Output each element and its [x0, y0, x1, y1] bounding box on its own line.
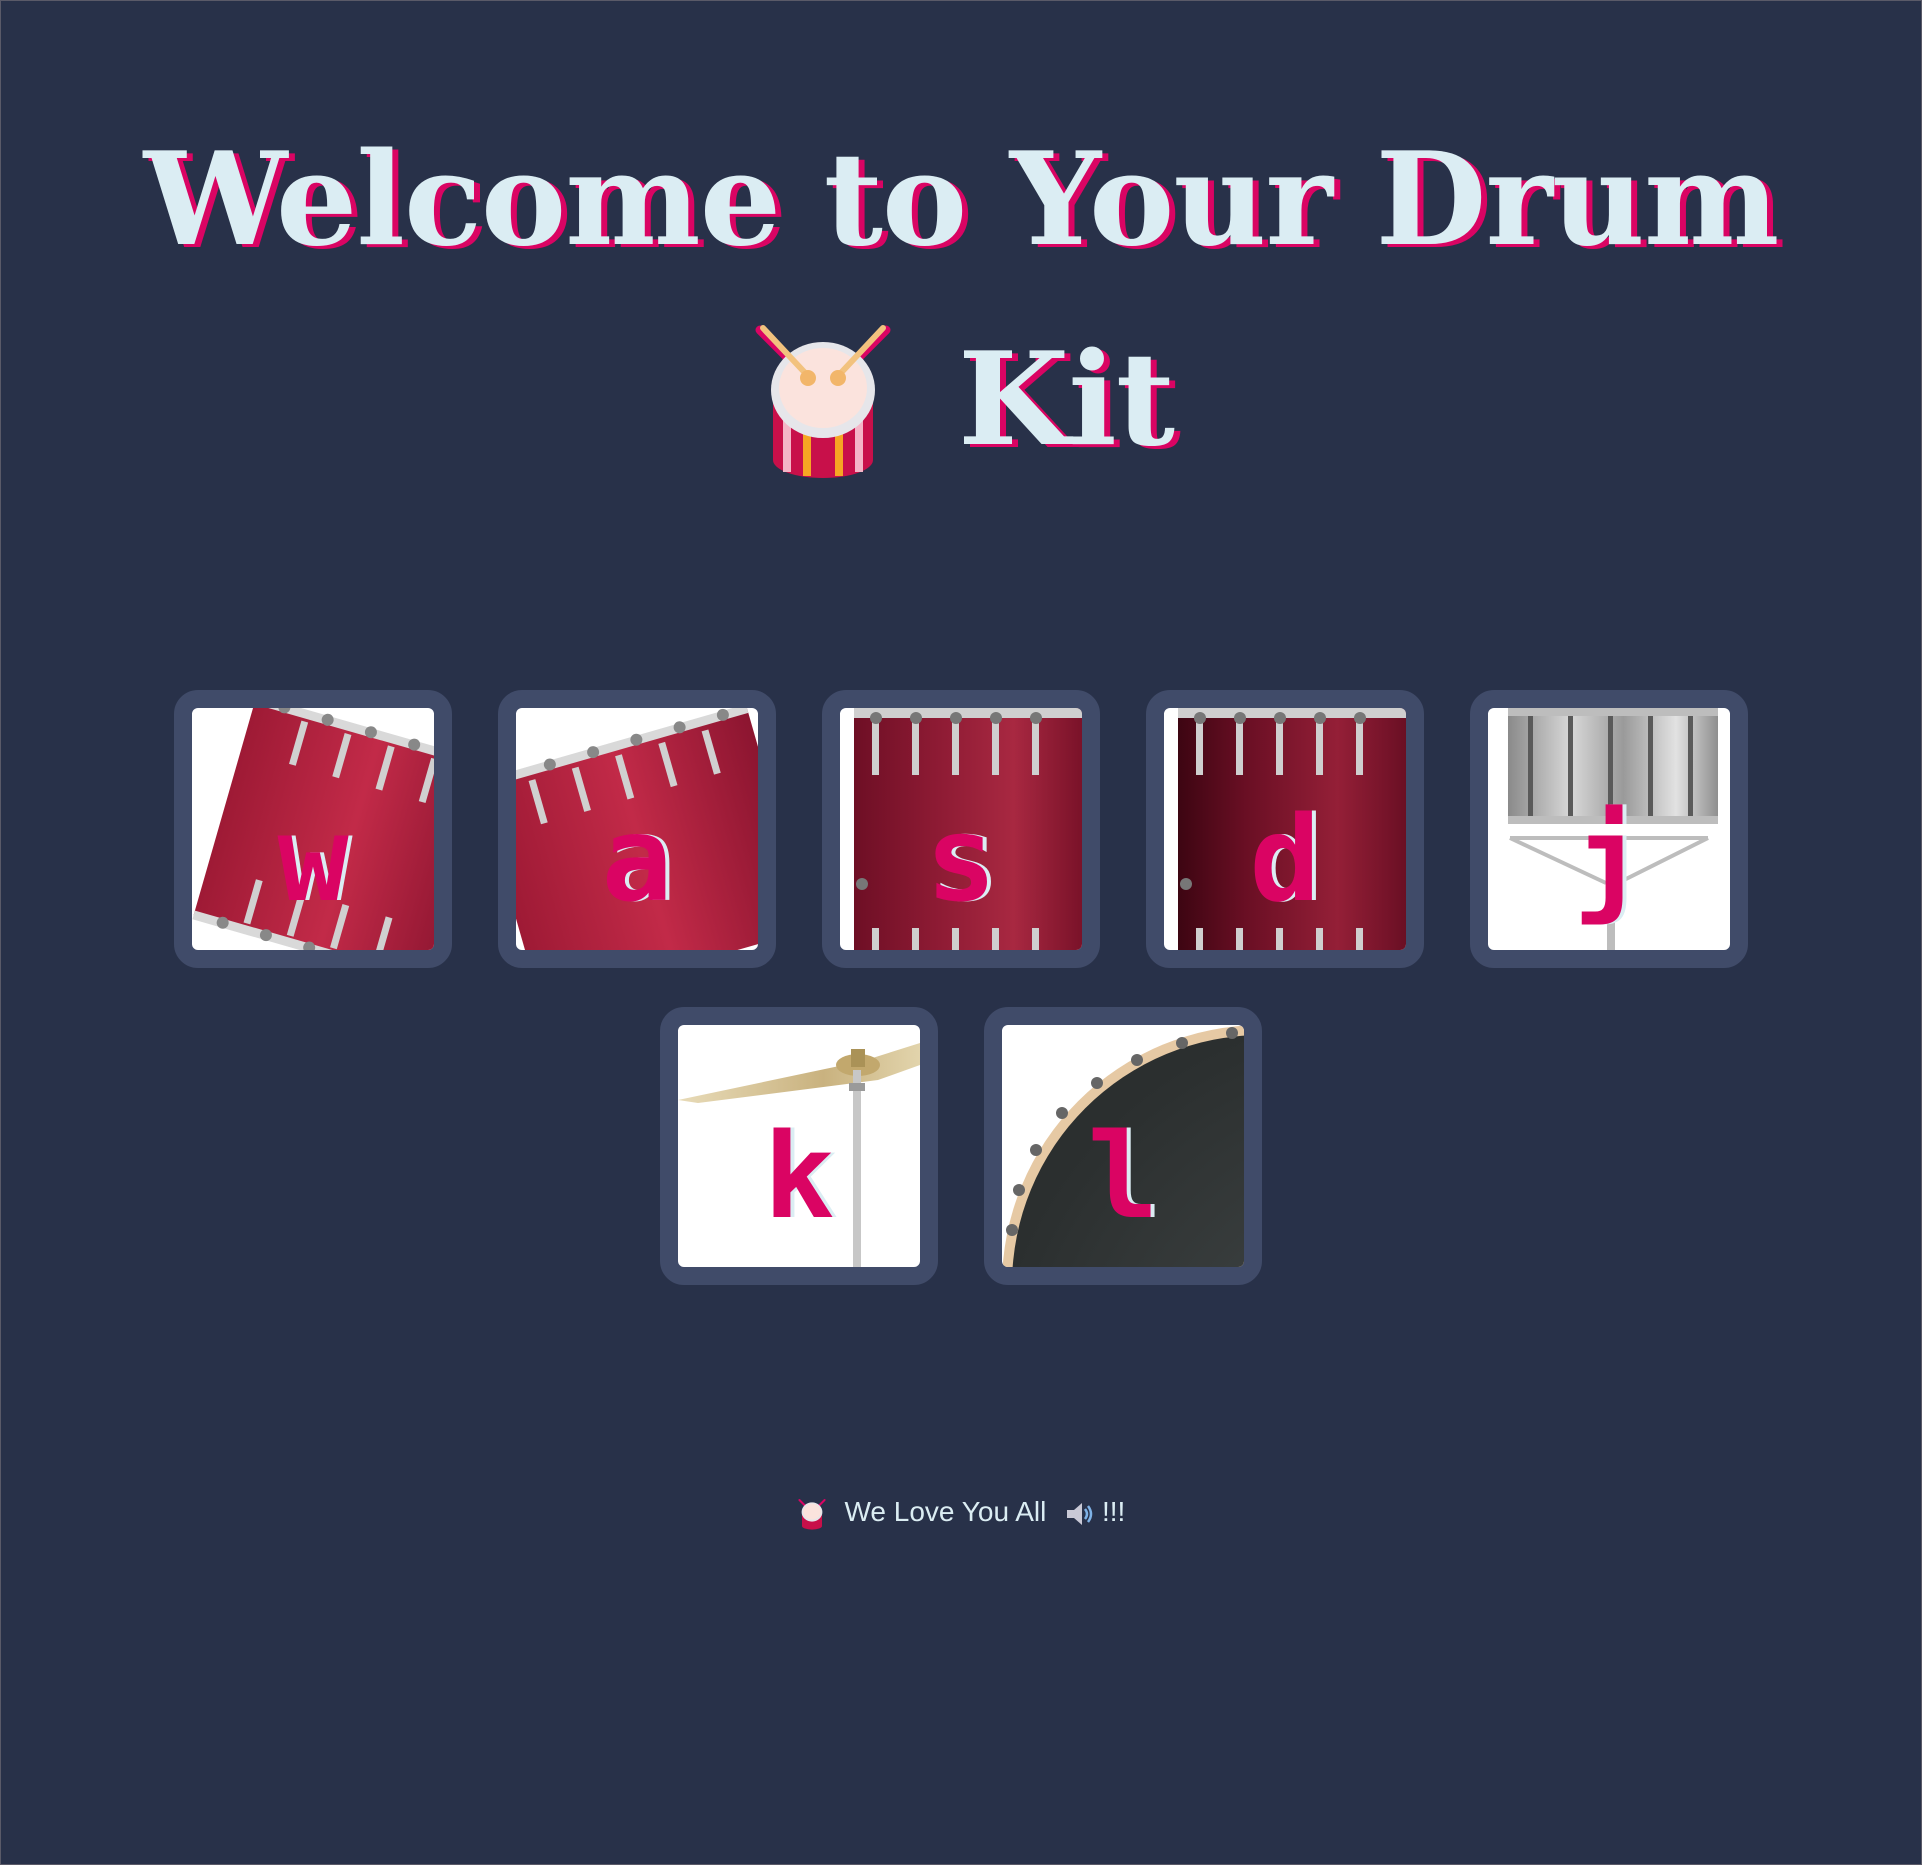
drum-button-s[interactable]: s — [822, 690, 1100, 968]
title-line-1: Welcome to Your Drum — [143, 125, 1780, 275]
drum-key-label: w — [277, 790, 349, 928]
drum-key-label: j — [1573, 790, 1645, 928]
drum-key-label: s — [925, 790, 997, 928]
drum-button-w[interactable]: w — [174, 690, 452, 968]
title-line-2-wrap: Kit — [748, 300, 1175, 500]
drum-button-l[interactable]: l — [984, 1007, 1262, 1285]
drum-icon — [755, 325, 891, 478]
footer: We Love You All !!! — [0, 1490, 1922, 1534]
drum-icon — [798, 1498, 826, 1530]
drum-button-k[interactable]: k — [660, 1007, 938, 1285]
footer-text: We Love You All — [844, 1496, 1047, 1527]
drum-key-label: a — [601, 790, 673, 928]
page-title: Welcome to Your Drum Kit — [0, 100, 1922, 536]
drum-button-d[interactable]: d — [1146, 690, 1424, 968]
drum-set: w a s d j k l — [0, 690, 1922, 1324]
speaker-icon — [1067, 1502, 1093, 1525]
drum-row-1: w a s d j — [0, 690, 1922, 968]
drum-key-label: k — [763, 1107, 835, 1245]
footer-suffix: !!! — [1101, 1496, 1126, 1527]
drum-button-a[interactable]: a — [498, 690, 776, 968]
drum-button-j[interactable]: j — [1470, 690, 1748, 968]
drum-row-2: k l — [0, 1007, 1922, 1285]
drum-key-label: d — [1249, 790, 1321, 928]
drum-key-label: l — [1087, 1107, 1159, 1245]
title-line-2: Kit — [958, 325, 1175, 475]
